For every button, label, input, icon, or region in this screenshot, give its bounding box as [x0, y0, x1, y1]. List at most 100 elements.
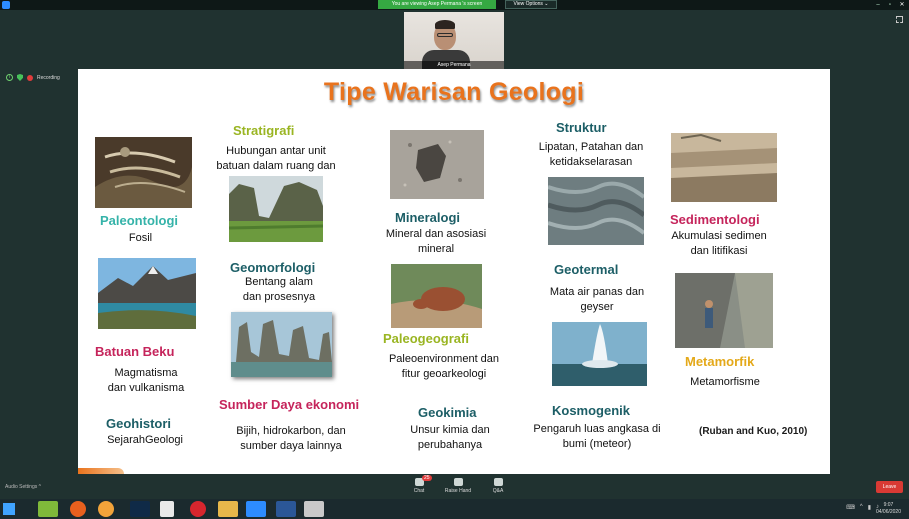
sedimentologi-desc-line-1: Akumulasi sedimen — [671, 230, 767, 242]
geohistori-label: Geohistori — [106, 416, 172, 431]
metamorfik-label: Metamorfik — [685, 354, 755, 369]
sedimentologi-desc: Akumulasi sedimen dan litifikasi — [664, 229, 774, 259]
paint-icon[interactable] — [304, 501, 324, 517]
batuan-beku-desc-line-1: Magmatisma — [114, 367, 178, 379]
screen-share-banner: You are viewing Asep Permana 's screen — [378, 0, 496, 9]
batuan-beku-desc: Magmatisma dan vulkanisma — [98, 366, 194, 396]
mineralogi-desc-line-1: Mineral dan asosiasi — [385, 228, 487, 240]
geokimia-desc-line-2: perubahanya — [417, 439, 483, 451]
geomorfologi-label: Geomorfologi — [230, 260, 316, 275]
metamorfik-desc: Metamorfisme — [678, 375, 772, 390]
window-controls: – ▫ ✕ — [875, 0, 905, 9]
title-bar: You are viewing Asep Permana 's screen V… — [0, 0, 909, 10]
geotermal-desc: Mata air panas dan geyser — [536, 285, 658, 315]
hand-icon — [453, 478, 463, 486]
geohistori-desc-line-1: SejarahGeologi — [107, 434, 183, 446]
record-dot-icon — [27, 74, 33, 81]
view-options-button[interactable]: View Options ⌄ — [505, 0, 557, 9]
paleogeografi-desc: Paleoenvironment dan fitur geoarkeologi — [374, 352, 514, 382]
network-icon[interactable]: ▮ — [868, 504, 871, 511]
sedimentologi-photo — [671, 133, 777, 202]
meeting-controls: Audio Settings ^ 25 Chat Raise Hand Q&A … — [0, 475, 909, 498]
os-taskbar: ⌨ ^ ▮ ♪ 9:07 04/06/2020 — [0, 499, 909, 519]
geotermal-label: Geotermal — [554, 262, 619, 277]
paleogeografi-photo — [391, 264, 482, 328]
zoom-meeting-window: You are viewing Asep Permana 's screen V… — [0, 0, 909, 519]
sumber-daya-desc-line-2: sumber daya lainnya — [240, 440, 342, 452]
leave-button[interactable]: Leave — [876, 481, 903, 493]
system-clock[interactable]: 9:07 04/06/2020 — [876, 502, 901, 516]
start-menu-icon[interactable] — [3, 503, 15, 515]
slide-reference: (Ruban and Kuo, 2010) — [699, 426, 808, 437]
kosmogenik-label: Kosmogenik — [552, 403, 631, 418]
photoshop-icon[interactable] — [130, 501, 150, 517]
qa-button[interactable]: Q&A — [483, 478, 513, 494]
mineralogi-desc: Mineral dan asosiasi mineral — [374, 227, 498, 257]
struktur-desc: Lipatan, Patahan dan ketidakselarasan — [526, 140, 656, 170]
geomorfologi-desc-line-1: Bentang alam — [245, 276, 313, 288]
folder-icon[interactable] — [218, 501, 238, 517]
geokimia-label: Geokimia — [418, 405, 477, 420]
document-icon[interactable] — [160, 501, 174, 517]
geohistori-desc: SejarahGeologi — [100, 433, 190, 448]
metamorfik-photo — [675, 273, 773, 348]
stratigrafi-desc-line-1: Hubungan antar unit — [226, 145, 326, 157]
sedimentologi-desc-line-2: dan litifikasi — [690, 245, 748, 257]
info-icon[interactable]: i — [6, 74, 13, 81]
struktur-photo — [548, 177, 644, 245]
media-player-icon[interactable] — [98, 501, 114, 517]
kosmogenik-desc-line-1: Pengaruh luas angkasa di — [533, 423, 661, 435]
word-icon[interactable] — [276, 501, 296, 517]
sumber-daya-desc-line-1: Bijih, hidrokarbon, dan — [236, 425, 346, 437]
sedimentologi-label: Sedimentologi — [670, 212, 760, 227]
audio-settings-button[interactable]: Audio Settings ^ — [5, 484, 41, 490]
slide-decor-swoosh — [78, 468, 124, 474]
shield-icon[interactable] — [17, 74, 23, 81]
maximize-button[interactable]: ▫ — [887, 2, 893, 8]
mineralogi-photo — [390, 130, 484, 199]
tray-chevron-icon[interactable]: ^ — [860, 504, 863, 511]
opera-icon[interactable] — [190, 501, 206, 517]
qa-label: Q&A — [492, 488, 504, 494]
speaker-glasses — [437, 33, 453, 37]
keyboard-icon[interactable]: ⌨ — [846, 504, 855, 511]
system-tray: ⌨ ^ ▮ ♪ — [846, 504, 879, 511]
slide-title: Tipe Warisan Geologi — [323, 78, 585, 106]
mineralogi-desc-line-2: mineral — [417, 243, 455, 255]
stratigrafi-photo — [229, 176, 323, 242]
minimize-button[interactable]: – — [875, 2, 881, 8]
clock-date: 04/06/2020 — [875, 509, 901, 515]
geotermal-photo — [552, 322, 647, 386]
struktur-label: Struktur — [556, 120, 607, 135]
close-button[interactable]: ✕ — [899, 2, 905, 8]
chat-button[interactable]: 25 Chat — [404, 475, 434, 494]
fullscreen-icon[interactable] — [896, 16, 903, 23]
raise-hand-button[interactable]: Raise Hand — [443, 478, 473, 494]
recording-label: Recording — [37, 74, 60, 81]
file-manager-icon[interactable] — [38, 501, 58, 517]
struktur-desc-line-2: ketidakselarasan — [549, 156, 633, 168]
clock-time: 9:07 — [883, 502, 894, 508]
shared-slide: Tipe Warisan Geologi Paleontologi Fosil — [78, 69, 830, 474]
mineralogi-label: Mineralogi — [395, 210, 461, 225]
stratigrafi-label: Stratigrafi — [233, 123, 295, 138]
geokimia-desc: Unsur kimia dan perubahanya — [400, 423, 500, 453]
sumber-daya-photo — [231, 312, 332, 377]
metamorfik-desc-line-1: Metamorfisme — [690, 376, 760, 388]
speaker-video-tile[interactable]: Asep Permana — [404, 12, 504, 69]
chat-label: Chat — [413, 488, 425, 494]
paleontologi-label: Paleontologi — [100, 213, 178, 228]
kosmogenik-desc: Pengaruh luas angkasa di bumi (meteor) — [518, 422, 676, 452]
batuan-beku-desc-line-2: dan vulkanisma — [107, 382, 185, 394]
sumber-daya-desc: Bijih, hidrokarbon, dan sumber daya lain… — [220, 424, 362, 454]
zoom-app-icon[interactable] — [246, 501, 266, 517]
speaker-hair — [435, 20, 455, 29]
sumber-daya-label: Sumber Daya ekonomi — [219, 397, 360, 412]
paleontologi-photo — [95, 137, 192, 208]
geomorfologi-desc: Bentang alam dan prosesnya — [228, 275, 330, 305]
kosmogenik-desc-line-2: bumi (meteor) — [562, 438, 632, 450]
firefox-icon[interactable] — [70, 501, 86, 517]
paleontologi-desc: Fosil — [118, 231, 163, 246]
geokimia-desc-line-1: Unsur kimia dan — [410, 424, 490, 436]
paleogeografi-desc-line-2: fitur geoarkeologi — [401, 368, 487, 380]
